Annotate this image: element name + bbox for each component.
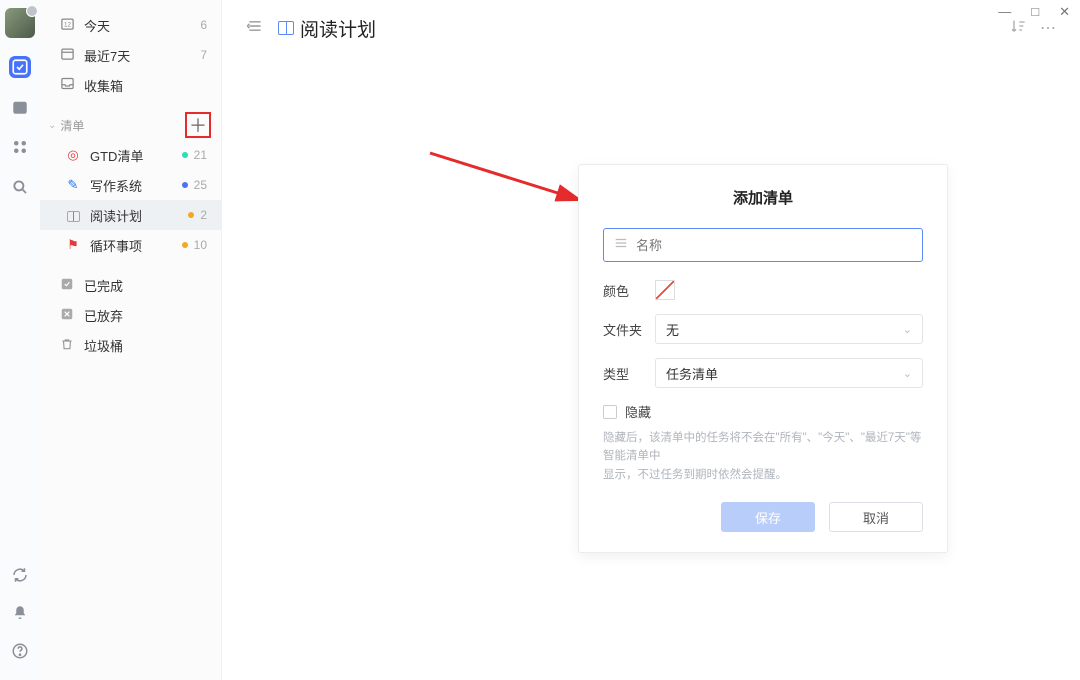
type-select-value: 任务清单 bbox=[666, 364, 718, 383]
pencil-icon: ✎ bbox=[64, 177, 82, 193]
window-controls: — □ ✕ bbox=[998, 4, 1070, 20]
sidebar-list-gtd[interactable]: ◎ GTD清单 21 bbox=[40, 140, 221, 170]
rail-help-icon[interactable] bbox=[9, 640, 31, 662]
annotation-arrow bbox=[425, 145, 595, 215]
book-icon bbox=[64, 208, 82, 223]
rail-sync-icon[interactable] bbox=[9, 564, 31, 586]
rail-search-icon[interactable] bbox=[9, 176, 31, 198]
cancel-button[interactable]: 取消 bbox=[829, 502, 923, 532]
sidebar-item-count: 25 bbox=[194, 178, 207, 192]
calendar-week-icon bbox=[58, 46, 76, 64]
sidebar-item-label: 收集箱 bbox=[84, 76, 123, 95]
check-square-icon bbox=[58, 277, 76, 294]
sidebar-section-label: 清单 bbox=[60, 117, 84, 134]
rail-calendar-icon[interactable] bbox=[9, 96, 31, 118]
dialog-title: 添加清单 bbox=[603, 187, 923, 208]
sidebar-item-label: 写作系统 bbox=[90, 176, 142, 195]
hide-checkbox-row[interactable]: 隐藏 bbox=[603, 402, 923, 421]
target-icon: ◎ bbox=[64, 147, 82, 163]
sidebar-item-label: 今天 bbox=[84, 16, 110, 35]
rail-grid-icon[interactable] bbox=[9, 136, 31, 158]
sidebar-item-count: 7 bbox=[200, 48, 207, 62]
chevron-down-icon: ⌄ bbox=[903, 323, 912, 336]
sidebar-item-label: 垃圾桶 bbox=[84, 336, 123, 355]
type-label: 类型 bbox=[603, 364, 655, 383]
toggle-sidebar-icon[interactable] bbox=[246, 19, 264, 38]
folder-select-value: 无 bbox=[666, 320, 679, 339]
sidebar-item-label: 循环事项 bbox=[90, 236, 142, 255]
chevron-down-icon: ⌄ bbox=[48, 120, 56, 131]
sidebar-item-completed[interactable]: 已完成 bbox=[40, 270, 221, 300]
window-min-button[interactable]: — bbox=[998, 4, 1011, 20]
sidebar-list-reading[interactable]: 阅读计划 2 bbox=[40, 200, 221, 230]
color-dot bbox=[188, 212, 194, 218]
hide-label: 隐藏 bbox=[625, 402, 651, 421]
rail-bell-icon[interactable] bbox=[9, 602, 31, 624]
sidebar-item-count: 2 bbox=[200, 208, 207, 222]
book-icon bbox=[278, 19, 294, 37]
sidebar-item-abandoned[interactable]: 已放弃 bbox=[40, 300, 221, 330]
sidebar-item-label: 最近7天 bbox=[84, 46, 130, 65]
main-area: — □ ✕ 阅读计划 ⋯ 添加清单 bbox=[222, 0, 1080, 680]
hide-checkbox[interactable] bbox=[603, 405, 617, 419]
sidebar-list-recurring[interactable]: ⚑ 循环事项 10 bbox=[40, 230, 221, 260]
sidebar-item-count: 6 bbox=[200, 18, 207, 32]
trash-icon bbox=[58, 337, 76, 354]
folder-label: 文件夹 bbox=[603, 320, 655, 339]
list-name-field-wrap[interactable] bbox=[603, 228, 923, 262]
sidebar-list-writing[interactable]: ✎ 写作系统 25 bbox=[40, 170, 221, 200]
flag-icon: ⚑ bbox=[64, 237, 82, 253]
inbox-icon bbox=[58, 76, 76, 94]
sidebar-item-label: 已完成 bbox=[84, 276, 123, 295]
list-name-input[interactable] bbox=[636, 229, 912, 261]
svg-text:12: 12 bbox=[64, 22, 71, 29]
save-button[interactable]: 保存 bbox=[721, 502, 815, 532]
type-select[interactable]: 任务清单 ⌄ bbox=[655, 358, 923, 388]
sidebar-item-inbox[interactable]: 收集箱 bbox=[40, 70, 221, 100]
rail-check-icon[interactable] bbox=[9, 56, 31, 78]
color-dot bbox=[182, 242, 188, 248]
page-header: 阅读计划 ⋯ bbox=[222, 0, 1080, 56]
hide-hint: 隐藏后，该清单中的任务将不会在"所有"、"今天"、"最近7天"等智能清单中 显示… bbox=[603, 429, 923, 484]
sidebar: 12 今天 6 最近7天 7 收集箱 ⌄ 清单 ＋ ◎ GTD清单 bbox=[40, 0, 222, 680]
more-icon[interactable]: ⋯ bbox=[1040, 18, 1056, 39]
add-list-button[interactable]: ＋ bbox=[185, 112, 211, 138]
sidebar-item-next7[interactable]: 最近7天 7 bbox=[40, 40, 221, 70]
sidebar-item-label: GTD清单 bbox=[90, 146, 143, 165]
folder-select[interactable]: 无 ⌄ bbox=[655, 314, 923, 344]
sidebar-item-count: 10 bbox=[194, 238, 207, 252]
sidebar-item-label: 已放弃 bbox=[84, 306, 123, 325]
menu-icon bbox=[614, 236, 628, 254]
window-close-button[interactable]: ✕ bbox=[1059, 4, 1070, 20]
avatar[interactable] bbox=[5, 8, 35, 38]
icon-rail bbox=[0, 0, 40, 680]
sidebar-item-count: 21 bbox=[194, 148, 207, 162]
sidebar-item-trash[interactable]: 垃圾桶 bbox=[40, 330, 221, 360]
color-dot bbox=[182, 152, 188, 158]
sidebar-item-label: 阅读计划 bbox=[90, 206, 142, 225]
x-square-icon bbox=[58, 307, 76, 324]
sort-icon[interactable] bbox=[1010, 18, 1026, 39]
color-dot bbox=[182, 182, 188, 188]
color-label: 颜色 bbox=[603, 281, 655, 300]
chevron-down-icon: ⌄ bbox=[903, 367, 912, 380]
window-max-button[interactable]: □ bbox=[1031, 4, 1039, 20]
sidebar-item-today[interactable]: 12 今天 6 bbox=[40, 10, 221, 40]
color-swatch-none[interactable] bbox=[655, 280, 675, 300]
page-title: 阅读计划 bbox=[300, 15, 376, 42]
calendar-day-icon: 12 bbox=[58, 16, 76, 34]
sidebar-section-lists[interactable]: ⌄ 清单 ＋ bbox=[40, 110, 221, 140]
add-list-dialog: 添加清单 颜色 文件夹 无 ⌄ 类型 bbox=[578, 164, 948, 553]
